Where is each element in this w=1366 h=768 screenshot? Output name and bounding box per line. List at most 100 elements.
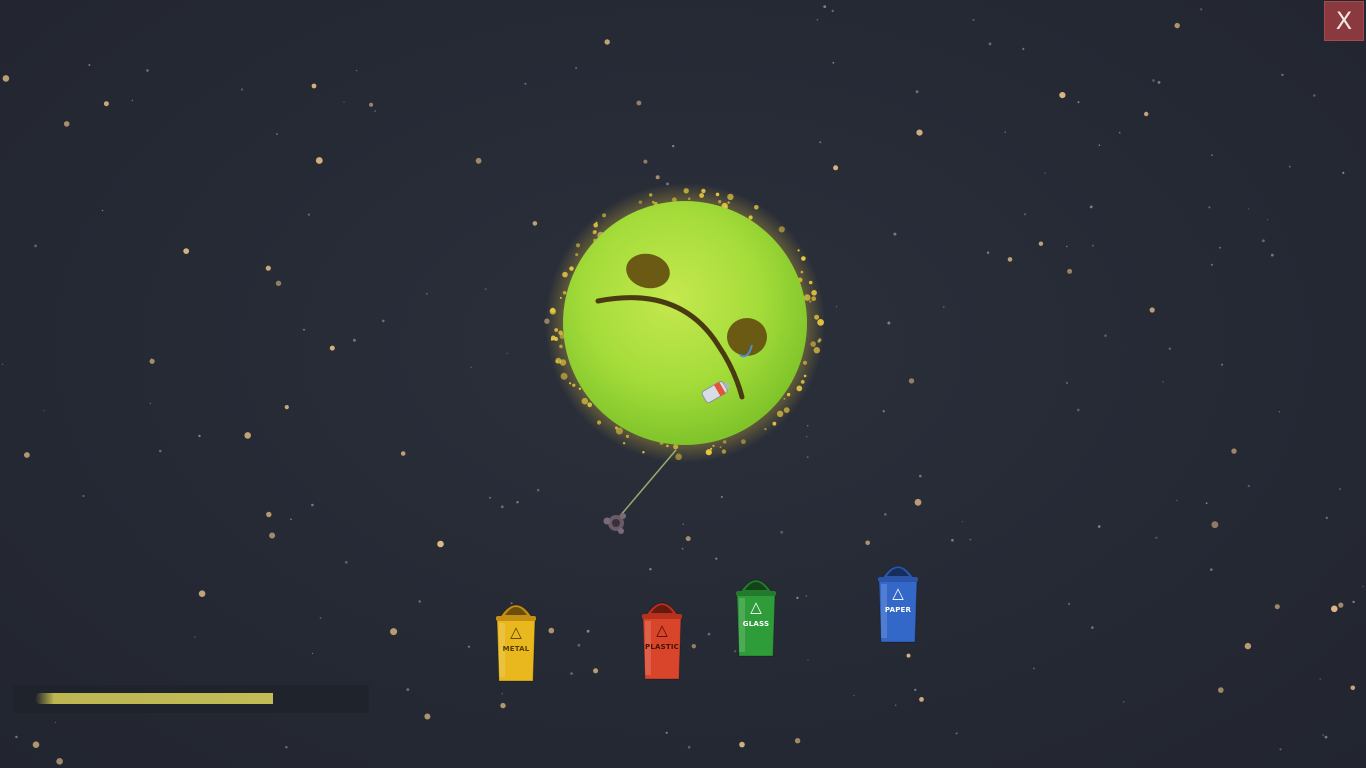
star: [1281, 73, 1284, 77]
star: [1118, 131, 1121, 134]
star: [1155, 536, 1158, 539]
star: [1352, 600, 1355, 604]
star: [962, 521, 964, 523]
sad-planet[interactable]: [530, 175, 840, 485]
star: [685, 536, 691, 542]
glow-speckle: [569, 382, 572, 385]
glow-speckle: [809, 300, 812, 303]
star: [32, 741, 40, 748]
health-progress-bar: [13, 685, 369, 713]
glow-speckle: [797, 249, 800, 252]
star: [374, 110, 377, 113]
star: [284, 405, 289, 410]
glow-speckle: [615, 427, 623, 435]
star: [882, 410, 885, 413]
glow-speckle: [593, 222, 598, 228]
star: [159, 449, 162, 453]
star: [1262, 239, 1265, 243]
star: [593, 668, 599, 674]
star: [681, 547, 684, 550]
recycle-icon: △: [656, 621, 668, 639]
star: [1270, 253, 1274, 257]
star: [1288, 165, 1291, 168]
bin-label: GLASS: [742, 620, 770, 628]
star: [720, 495, 724, 499]
glow-speckle: [772, 421, 777, 426]
glow-speckle: [727, 201, 730, 204]
glow-speckle: [727, 193, 734, 201]
paper-bin[interactable]: △ PAPER: [873, 554, 923, 646]
glow-speckle: [811, 290, 817, 296]
star: [265, 265, 271, 271]
star: [805, 595, 808, 597]
star: [1279, 748, 1282, 751]
star: [536, 488, 540, 492]
star: [914, 498, 922, 506]
star: [56, 758, 63, 765]
star: [390, 628, 398, 636]
star: [1004, 131, 1006, 133]
star: [198, 434, 201, 438]
glow-speckle: [786, 392, 791, 397]
glow-speckle: [699, 193, 704, 198]
glow-speckle: [594, 230, 597, 233]
star: [183, 248, 190, 255]
star: [715, 557, 718, 560]
star: [1089, 205, 1093, 209]
metal-bin[interactable]: △ METAL: [491, 593, 541, 685]
star: [1174, 22, 1180, 29]
glow-speckle: [776, 410, 784, 417]
star: [986, 251, 990, 254]
star: [682, 523, 685, 525]
glow-speckle: [721, 449, 727, 454]
star: [356, 69, 358, 72]
star: [831, 9, 834, 13]
star: [1077, 101, 1080, 104]
star: [893, 232, 897, 236]
glow-speckle: [817, 339, 821, 343]
star: [914, 688, 917, 691]
glow-speckle: [559, 296, 562, 299]
glow-speckle: [649, 193, 653, 197]
bin-label: PAPER: [884, 606, 912, 614]
glow-speckle: [808, 280, 813, 285]
star: [1032, 667, 1035, 670]
glow-speckle: [673, 444, 679, 450]
glow-speckle: [595, 221, 598, 224]
star: [55, 721, 57, 724]
star: [1278, 411, 1281, 413]
game-scene[interactable]: △ METAL △ PLASTIC △ GLASS △ PAPER X: [0, 0, 1366, 768]
glow-speckle: [796, 385, 803, 392]
star: [1210, 263, 1213, 266]
star: [400, 451, 406, 456]
star: [833, 165, 839, 171]
star: [149, 402, 151, 405]
star: [467, 645, 470, 648]
plastic-bin[interactable]: △ PLASTIC: [637, 591, 687, 683]
star: [649, 568, 652, 571]
glow-speckle: [800, 270, 804, 274]
glass-bin[interactable]: △ GLASS: [731, 568, 781, 660]
star: [24, 452, 30, 458]
star: [915, 90, 919, 94]
glow-speckle: [683, 188, 689, 194]
star: [2, 363, 4, 365]
star: [643, 159, 648, 164]
star: [1342, 171, 1345, 174]
star: [1098, 144, 1101, 146]
glow-speckle: [560, 372, 568, 380]
star: [1007, 257, 1013, 262]
star: [1274, 604, 1280, 610]
star: [887, 321, 891, 325]
star: [1221, 363, 1224, 366]
star: [807, 659, 809, 662]
star: [919, 474, 922, 478]
close-button[interactable]: X: [1324, 1, 1364, 41]
star: [425, 292, 428, 295]
star: [1067, 268, 1073, 274]
star: [1362, 585, 1364, 588]
star: [575, 67, 578, 70]
glow-speckle: [803, 374, 807, 378]
star: [1350, 685, 1356, 691]
star: [794, 738, 801, 744]
